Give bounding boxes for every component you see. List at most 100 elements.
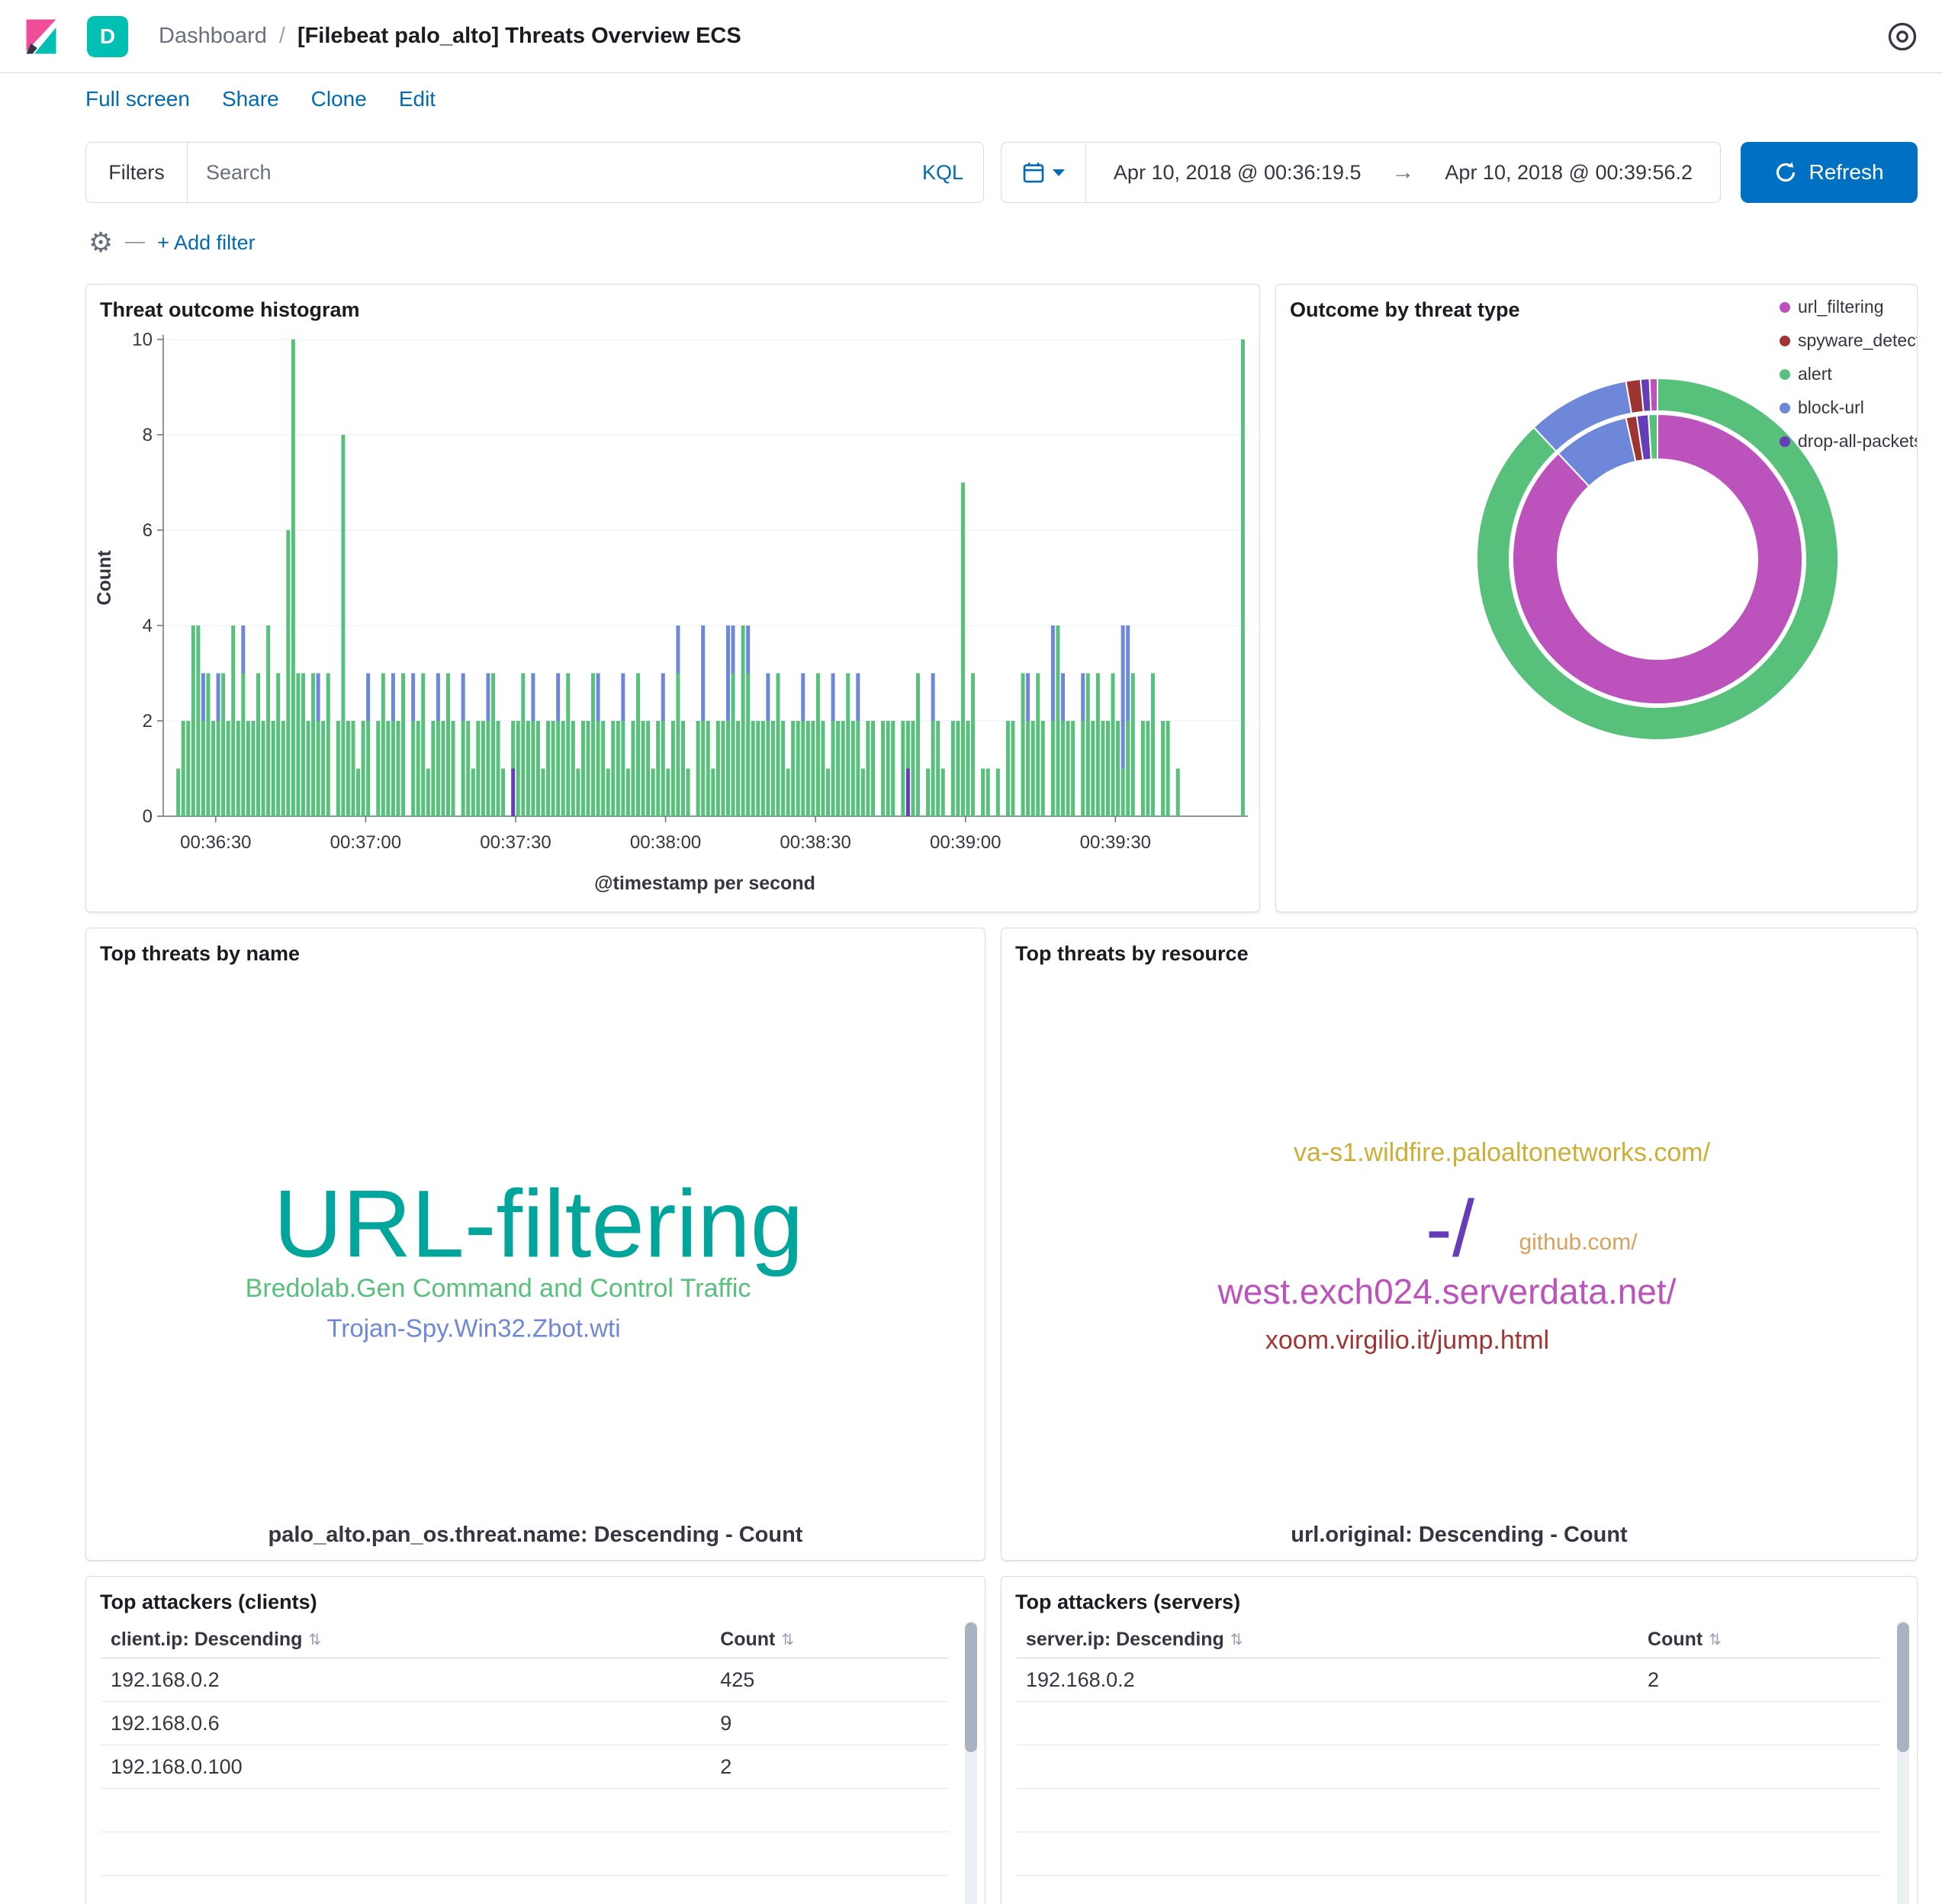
histogram-bar-segment[interactable] [726, 626, 730, 721]
date-to[interactable]: Apr 10, 2018 @ 00:39:56.2 [1418, 161, 1721, 185]
search-input[interactable] [188, 161, 922, 185]
histogram-bar-segment[interactable] [376, 721, 380, 816]
histogram-bar-segment[interactable] [317, 674, 320, 722]
histogram-bar-segment[interactable] [806, 721, 810, 816]
histogram-bar-segment[interactable] [1081, 721, 1085, 816]
histogram-bar-segment[interactable] [556, 721, 560, 816]
histogram-bar-segment[interactable] [421, 674, 425, 817]
histogram-bar-segment[interactable] [176, 769, 180, 817]
histogram-bar-segment[interactable] [481, 721, 485, 816]
histogram-bar-segment[interactable] [246, 721, 250, 816]
histogram-bar-segment[interactable] [531, 674, 535, 722]
histogram-bar-segment[interactable] [221, 674, 225, 817]
histogram-bar-segment[interactable] [391, 721, 395, 816]
histogram-bar-segment[interactable] [651, 769, 655, 817]
histogram-bar-segment[interactable] [301, 674, 305, 817]
histogram-bar-segment[interactable] [971, 674, 975, 817]
histogram-bar-segment[interactable] [186, 721, 190, 816]
histogram-bar-segment[interactable] [801, 721, 805, 816]
tag-cloud-word[interactable]: Bredolab.Gen Command and Control Traffic [246, 1275, 751, 1301]
histogram-bar-segment[interactable] [1031, 721, 1035, 816]
histogram-bar-segment[interactable] [811, 721, 815, 816]
tag-cloud-word[interactable]: URL-filtering [274, 1177, 804, 1272]
histogram-bar-segment[interactable] [646, 721, 650, 816]
histogram-bar-segment[interactable] [436, 721, 440, 816]
histogram-bar-segment[interactable] [1096, 674, 1100, 817]
histogram-bar-segment[interactable] [311, 674, 315, 817]
scrollbar-thumb[interactable] [965, 1623, 977, 1752]
histogram-bar-segment[interactable] [911, 721, 915, 816]
legend-item-block-url[interactable]: block-url [1780, 397, 1918, 418]
histogram-bar-segment[interactable] [1061, 674, 1065, 722]
histogram-bar-segment[interactable] [366, 674, 370, 722]
histogram-bar-segment[interactable] [981, 769, 985, 817]
histogram-bar-segment[interactable] [1051, 626, 1055, 721]
histogram-bar-segment[interactable] [352, 721, 355, 816]
histogram-bar-segment[interactable] [931, 674, 935, 722]
histogram-bar-segment[interactable] [241, 626, 245, 674]
histogram-bar-segment[interactable] [581, 721, 585, 816]
histogram-bar-segment[interactable] [726, 721, 730, 816]
histogram-bar-segment[interactable] [746, 674, 750, 817]
histogram-bar-segment[interactable] [497, 721, 500, 816]
histogram-bar-segment[interactable] [906, 769, 910, 817]
histogram-bar-segment[interactable] [217, 721, 220, 816]
histogram-bar-segment[interactable] [831, 721, 835, 816]
histogram-bar-segment[interactable] [776, 674, 780, 817]
histogram-bar-segment[interactable] [1026, 674, 1030, 722]
histogram-bar-segment[interactable] [227, 721, 230, 816]
histogram-bar-segment[interactable] [1101, 721, 1104, 816]
histogram-bar-segment[interactable] [341, 435, 345, 816]
histogram-bar-segment[interactable] [706, 721, 710, 816]
histogram-bar-segment[interactable] [616, 721, 620, 816]
histogram-bar-segment[interactable] [291, 339, 295, 816]
histogram-bar-segment[interactable] [881, 721, 885, 816]
histogram-bar-segment[interactable] [1126, 721, 1130, 816]
histogram-bar-segment[interactable] [641, 721, 645, 816]
table-header-field[interactable]: client.ip: Descending⇅ [101, 1629, 720, 1651]
histogram-bar-segment[interactable] [1131, 674, 1135, 817]
histogram-bar-segment[interactable] [936, 721, 940, 816]
histogram-bar-segment[interactable] [916, 674, 920, 817]
histogram-bar-segment[interactable] [236, 721, 240, 816]
legend-item-url_filtering[interactable]: url_filtering [1780, 297, 1918, 317]
histogram-bar-segment[interactable] [256, 674, 260, 817]
legend-item-drop-all-packets[interactable]: drop-all-packets [1780, 431, 1918, 452]
histogram-bar-segment[interactable] [1066, 721, 1070, 816]
kibana-logo[interactable] [23, 18, 59, 55]
histogram-bar-segment[interactable] [276, 674, 280, 817]
edit-link[interactable]: Edit [399, 87, 436, 111]
tag-cloud-word[interactable]: va-s1.wildfire.paloaltonetworks.com/ [1294, 1140, 1710, 1166]
histogram-bar-segment[interactable] [661, 674, 665, 722]
histogram-bar-segment[interactable] [771, 721, 775, 816]
histogram-bar-segment[interactable] [1051, 721, 1055, 816]
histogram-bar-segment[interactable] [861, 769, 865, 817]
histogram-bar-segment[interactable] [466, 721, 470, 816]
histogram-bar-segment[interactable] [866, 721, 870, 816]
histogram-bar-segment[interactable] [536, 721, 540, 816]
histogram-bar-segment[interactable] [1241, 339, 1245, 816]
histogram-bar-segment[interactable] [801, 674, 805, 722]
clone-link[interactable]: Clone [311, 87, 367, 111]
histogram-bar-segment[interactable] [716, 721, 720, 816]
histogram-bar-segment[interactable] [516, 721, 520, 816]
histogram-bar-segment[interactable] [396, 721, 400, 816]
histogram-bar-segment[interactable] [556, 674, 560, 722]
histogram-bar-segment[interactable] [941, 769, 945, 817]
histogram-bar-segment[interactable] [471, 769, 475, 817]
histogram-bar-segment[interactable] [586, 721, 590, 816]
histogram-bar-segment[interactable] [356, 769, 360, 817]
histogram-bar-segment[interactable] [426, 769, 430, 817]
table-header-field[interactable]: server.ip: Descending⇅ [1017, 1629, 1648, 1651]
histogram-bar-segment[interactable] [436, 674, 440, 722]
histogram-bar-segment[interactable] [1006, 721, 1010, 816]
histogram-bar-segment[interactable] [956, 721, 960, 816]
histogram-bar-segment[interactable] [951, 721, 955, 816]
histogram-bar-segment[interactable] [596, 674, 600, 722]
histogram-bar-segment[interactable] [336, 721, 340, 816]
histogram-bar-segment[interactable] [1121, 626, 1125, 769]
histogram-bar-segment[interactable] [476, 721, 480, 816]
histogram-bar-segment[interactable] [431, 721, 435, 816]
histogram-bar-segment[interactable] [1126, 626, 1130, 721]
histogram-bar-segment[interactable] [841, 721, 845, 816]
